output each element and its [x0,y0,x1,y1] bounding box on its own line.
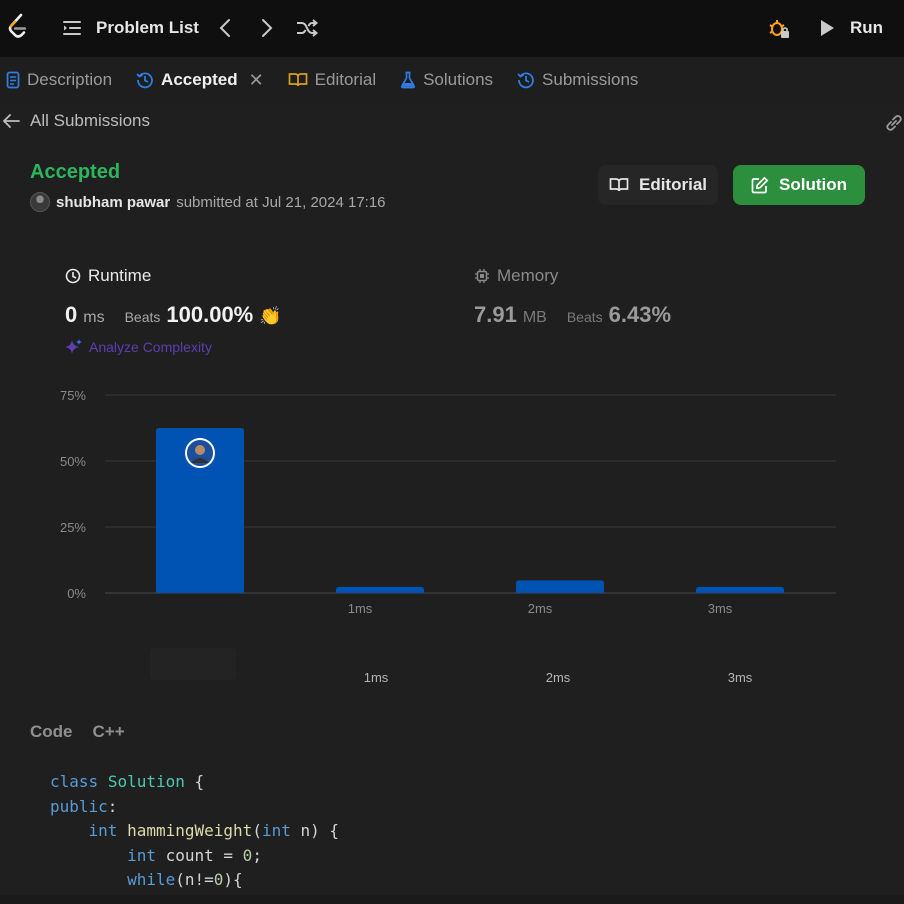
problem-list-button[interactable]: Problem List [62,14,199,42]
book-icon [288,73,308,87]
tab-label: Editorial [314,70,377,89]
close-tab-icon[interactable]: ✕ [249,70,264,91]
chart-bar[interactable] [336,586,424,593]
range-selector-handle [150,648,236,680]
tab-label: Accepted [161,70,238,89]
code-line: while(n!=0){ [127,870,243,889]
tab-label: Description [27,70,113,89]
leetcode-logo-icon[interactable] [6,13,30,41]
debug-button[interactable] [767,15,791,41]
runtime-distribution-chart: 0% 25% 50% 75% 1ms 2ms 3ms 1ms 2ms 3ms [60,388,836,685]
chart-bar[interactable] [516,580,604,593]
y-tick-label: 75% [60,388,86,403]
problem-list-label: Problem List [96,18,199,37]
tab-label: Submissions [542,70,639,89]
x-tick-label: 1ms [348,601,373,616]
history-icon [517,72,534,89]
submission-panel: All Submissions Accepted shubham pawar s… [0,103,904,895]
range-axis-label: 2ms [546,670,571,685]
previous-problem-button[interactable] [214,16,236,40]
tab-editorial[interactable]: Editorial [288,57,376,103]
y-tick-label: 0% [67,586,86,601]
x-tick-label: 2ms [528,601,553,616]
avatar-face [195,445,205,455]
list-icon [63,21,81,35]
run-button[interactable]: Run [818,14,883,42]
code-label: Code [30,722,73,741]
panel-tabs: Description Accepted ✕ Editorial Solutio… [0,57,904,103]
y-tick-label: 50% [60,454,86,469]
chart-bar[interactable] [696,586,784,593]
code-header: Code C++ [30,722,125,742]
next-problem-button[interactable] [256,16,278,40]
shuffle-icon [297,19,318,37]
tab-solutions[interactable]: Solutions [400,57,493,103]
flask-icon [401,71,416,89]
chevron-left-icon [219,19,230,37]
top-bar: Problem List Run [0,0,904,57]
code-language: C++ [92,722,125,741]
range-axis-label: 1ms [364,670,389,685]
x-tick-label: 3ms [708,601,733,616]
run-label: Run [850,18,884,37]
tab-description[interactable]: Description [6,57,112,103]
range-axis-label: 3ms [728,670,753,685]
random-problem-button[interactable] [295,16,319,40]
tab-accepted[interactable]: Accepted ✕ [136,57,264,103]
tab-submissions[interactable]: Submissions [517,57,638,103]
tab-label: Solutions [423,70,494,89]
y-tick-label: 25% [60,520,86,535]
code-block: class Solution { public: int hammingWeigh… [50,770,339,893]
code-line: int hammingWeight(int n) { [88,821,340,840]
history-icon [136,72,153,89]
code-line: int count = 0; [127,845,262,865]
code-line: class Solution { [50,772,205,791]
play-icon [821,20,834,36]
chevron-right-icon [262,19,273,37]
bug-lock-icon [769,20,789,38]
document-icon [6,71,20,89]
code-line: public: [50,796,118,816]
